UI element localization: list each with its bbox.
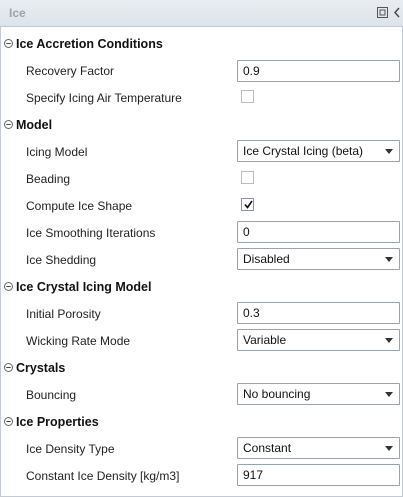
check-icon [244,200,253,209]
wicking-rate-mode-value: Variable [243,333,287,347]
beading-label: Beading [26,172,71,186]
row-recovery-factor: Recovery Factor 0.9 [0,57,403,84]
row-specify-icing-air-temperature: Specify Icing Air Temperature [0,84,403,111]
chevron-down-icon [385,257,393,262]
icing-model-select[interactable]: Ice Crystal Icing (beta) [237,140,400,162]
row-bouncing: Bouncing No bouncing [0,381,403,408]
section-title: Ice Crystal Icing Model [16,280,152,294]
bouncing-label: Bouncing [26,388,77,402]
constant-ice-density-label: Constant Ice Density [kg/m3] [26,469,180,483]
initial-porosity-label: Initial Porosity [26,307,101,321]
section-ice-crystal-icing-model[interactable]: Ice Crystal Icing Model [0,273,403,300]
recovery-factor-input[interactable]: 0.9 [237,60,400,82]
icing-model-label: Icing Model [26,145,88,159]
bouncing-select[interactable]: No bouncing [237,383,400,405]
section-title: Crystals [16,361,66,375]
section-title: Ice Accretion Conditions [16,37,163,51]
row-ice-smoothing-iterations: Ice Smoothing Iterations 0 [0,219,403,246]
chevron-down-icon [385,446,393,451]
row-initial-porosity: Initial Porosity 0.3 [0,300,403,327]
minus-circle-icon[interactable] [4,417,13,426]
row-icing-model: Icing Model Ice Crystal Icing (beta) [0,138,403,165]
compute-ice-shape-label: Compute Ice Shape [26,199,133,213]
section-title: Ice Properties [16,415,99,429]
chevron-left-icon[interactable] [390,6,403,19]
chevron-down-icon [385,149,393,154]
section-crystals[interactable]: Crystals [0,354,403,381]
row-beading: Beading [0,165,403,192]
wicking-rate-mode-label: Wicking Rate Mode [26,334,131,348]
recovery-factor-label: Recovery Factor [26,64,115,78]
chevron-down-icon [385,338,393,343]
ice-shedding-value: Disabled [243,252,290,266]
minus-circle-icon[interactable] [4,282,13,291]
chevron-down-icon [385,392,393,397]
row-ice-shedding: Ice Shedding Disabled [0,246,403,273]
icing-model-value: Ice Crystal Icing (beta) [243,144,364,158]
ice-density-type-label: Ice Density Type [26,442,115,456]
initial-porosity-input[interactable]: 0.3 [237,302,400,324]
ice-smoothing-iterations-label: Ice Smoothing Iterations [26,226,156,240]
specify-icing-air-temperature-checkbox[interactable] [241,90,254,103]
section-ice-properties[interactable]: Ice Properties [0,408,403,435]
beading-checkbox[interactable] [241,171,254,184]
compute-ice-shape-checkbox[interactable] [241,198,254,211]
section-ice-accretion-conditions[interactable]: Ice Accretion Conditions [0,30,403,57]
section-title: Model [16,118,53,132]
minus-circle-icon[interactable] [4,363,13,372]
ice-density-type-select[interactable]: Constant [237,437,400,459]
panel-titlebar: Ice [0,0,403,27]
wicking-rate-mode-select[interactable]: Variable [237,329,400,351]
section-model[interactable]: Model [0,111,403,138]
ice-density-type-value: Constant [243,441,292,455]
popout-icon[interactable] [376,6,389,19]
ice-shedding-label: Ice Shedding [26,253,97,267]
minus-circle-icon[interactable] [4,39,13,48]
panel-title: Ice [9,6,26,20]
minus-circle-icon[interactable] [4,120,13,129]
bouncing-value: No bouncing [243,387,311,401]
specify-icing-air-temperature-label: Specify Icing Air Temperature [26,91,182,105]
constant-ice-density-input[interactable]: 917 [237,464,400,486]
row-compute-ice-shape: Compute Ice Shape [0,192,403,219]
row-ice-density-type: Ice Density Type Constant [0,435,403,462]
row-wicking-rate-mode: Wicking Rate Mode Variable [0,327,403,354]
ice-shedding-select[interactable]: Disabled [237,248,400,270]
row-constant-ice-density: Constant Ice Density [kg/m3] 917 [0,462,403,489]
ice-smoothing-iterations-input[interactable]: 0 [237,221,400,243]
